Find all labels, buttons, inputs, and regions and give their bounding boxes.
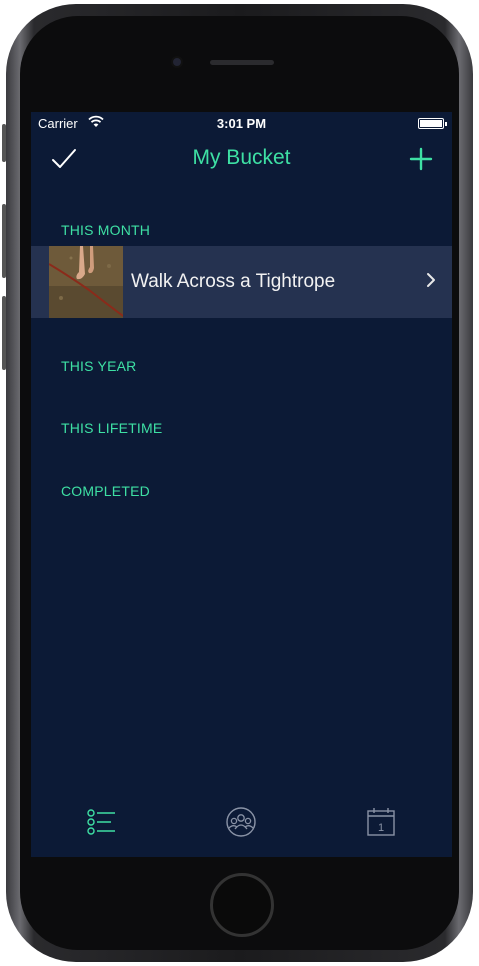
section-header-this-lifetime: THIS LIFETIME: [61, 420, 163, 436]
mute-switch: [2, 124, 6, 162]
tab-list[interactable]: [83, 802, 123, 842]
tab-group[interactable]: [221, 802, 261, 842]
status-bar: Carrier 3:01 PM: [31, 112, 452, 134]
page-title: My Bucket: [192, 146, 291, 169]
list-item[interactable]: Walk Across a Tightrope: [31, 246, 452, 318]
calendar-icon: 1: [361, 808, 401, 846]
clock-time: 3:01 PM: [216, 116, 267, 131]
front-camera: [171, 56, 183, 68]
volume-down-button: [2, 296, 6, 370]
list-icon: [83, 809, 123, 846]
plus-icon[interactable]: [406, 144, 436, 174]
battery-icon: [418, 118, 447, 129]
calendar-day-label: 1: [378, 822, 384, 834]
section-header-completed: COMPLETED: [61, 483, 150, 499]
volume-up-button: [2, 204, 6, 278]
tab-calendar[interactable]: 1: [361, 802, 401, 842]
navigation-bar: My Bucket: [31, 134, 452, 184]
chevron-right-icon: [426, 272, 436, 293]
section-header-this-month: THIS MONTH: [61, 222, 151, 238]
section-header-this-year: THIS YEAR: [61, 358, 137, 374]
tightrope-thumbnail: [49, 246, 123, 318]
tab-bar: 1: [31, 792, 452, 857]
home-button[interactable]: [210, 873, 274, 937]
app-screen: Carrier 3:01 PM My Bucket THIS MONTH Wal…: [31, 112, 452, 857]
group-icon: [221, 807, 261, 846]
item-title: Walk Across a Tightrope: [131, 271, 336, 292]
earpiece-speaker: [210, 60, 274, 65]
